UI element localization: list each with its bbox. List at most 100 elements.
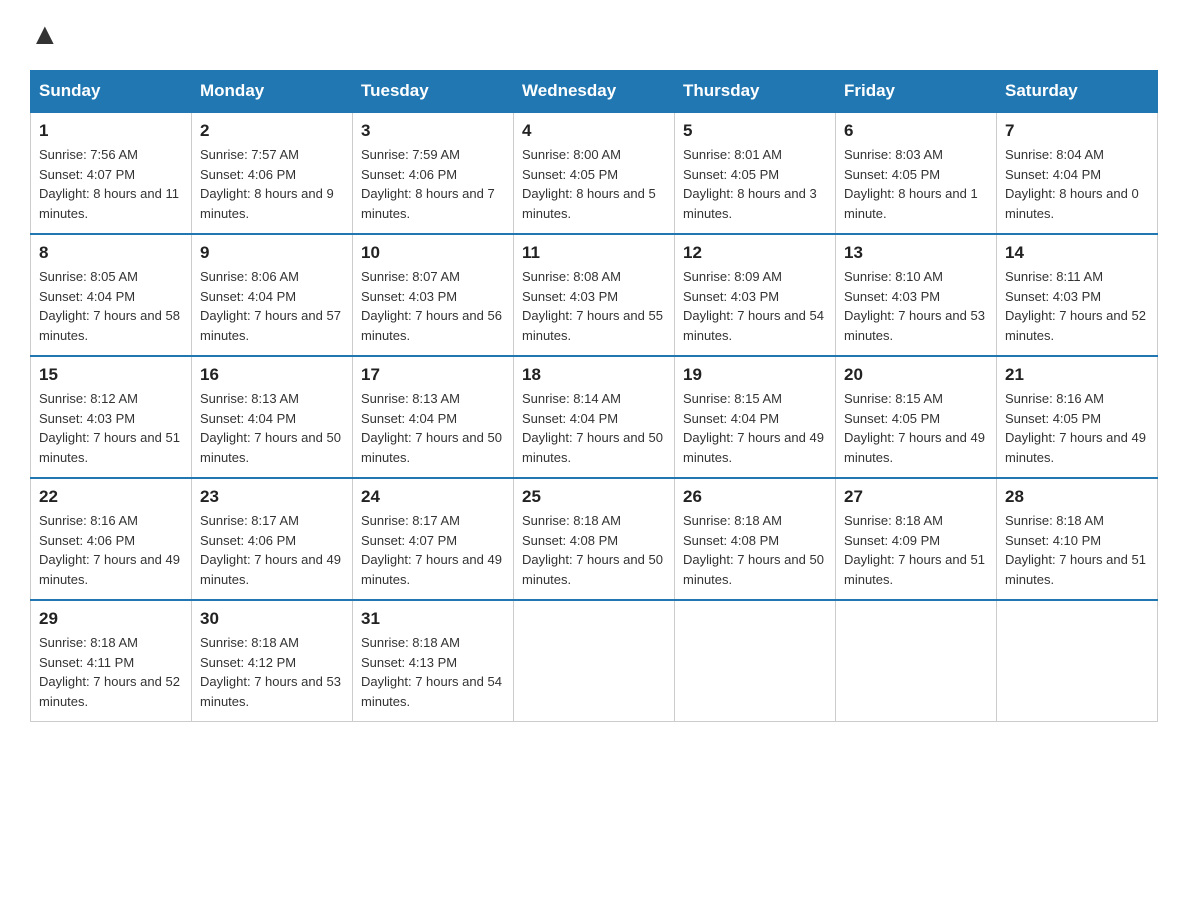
day-info: Sunrise: 8:15 AMSunset: 4:05 PMDaylight:… xyxy=(844,389,988,467)
day-number: 27 xyxy=(844,487,988,507)
day-info: Sunrise: 8:15 AMSunset: 4:04 PMDaylight:… xyxy=(683,389,827,467)
day-number: 8 xyxy=(39,243,183,263)
calendar-day-cell: 20 Sunrise: 8:15 AMSunset: 4:05 PMDayligh… xyxy=(836,356,997,478)
day-info: Sunrise: 8:17 AMSunset: 4:07 PMDaylight:… xyxy=(361,511,505,589)
day-info: Sunrise: 8:18 AMSunset: 4:08 PMDaylight:… xyxy=(683,511,827,589)
calendar-day-cell xyxy=(675,600,836,722)
day-number: 12 xyxy=(683,243,827,263)
calendar-day-cell xyxy=(836,600,997,722)
calendar-table: SundayMondayTuesdayWednesdayThursdayFrid… xyxy=(30,70,1158,722)
calendar-day-cell: 29Sunrise: 8:18 AMSunset: 4:11 PMDayligh… xyxy=(31,600,192,722)
day-info: Sunrise: 8:10 AMSunset: 4:03 PMDaylight:… xyxy=(844,267,988,345)
day-info: Sunrise: 8:11 AMSunset: 4:03 PMDaylight:… xyxy=(1005,267,1149,345)
calendar-day-cell: 26 Sunrise: 8:18 AMSunset: 4:08 PMDayligh… xyxy=(675,478,836,600)
calendar-day-cell: 18 Sunrise: 8:14 AMSunset: 4:04 PMDayligh… xyxy=(514,356,675,478)
day-number: 1 xyxy=(39,121,183,141)
day-of-week-header: Tuesday xyxy=(353,71,514,113)
day-number: 14 xyxy=(1005,243,1149,263)
calendar-day-cell: 25 Sunrise: 8:18 AMSunset: 4:08 PMDayligh… xyxy=(514,478,675,600)
day-info: Sunrise: 7:56 AMSunset: 4:07 PMDaylight:… xyxy=(39,145,183,223)
calendar-day-cell xyxy=(997,600,1158,722)
day-number: 23 xyxy=(200,487,344,507)
calendar-day-cell: 19 Sunrise: 8:15 AMSunset: 4:04 PMDayligh… xyxy=(675,356,836,478)
day-info: Sunrise: 8:13 AMSunset: 4:04 PMDaylight:… xyxy=(200,389,344,467)
day-info: Sunrise: 8:18 AMSunset: 4:10 PMDaylight:… xyxy=(1005,511,1149,589)
day-number: 18 xyxy=(522,365,666,385)
day-info: Sunrise: 8:12 AMSunset: 4:03 PMDaylight:… xyxy=(39,389,183,467)
day-number: 9 xyxy=(200,243,344,263)
page-header: ▲ xyxy=(30,20,1158,50)
day-of-week-header: Sunday xyxy=(31,71,192,113)
calendar-day-cell: 14 Sunrise: 8:11 AMSunset: 4:03 PMDayligh… xyxy=(997,234,1158,356)
day-info: Sunrise: 7:57 AMSunset: 4:06 PMDaylight:… xyxy=(200,145,344,223)
calendar-day-cell: 13 Sunrise: 8:10 AMSunset: 4:03 PMDayligh… xyxy=(836,234,997,356)
day-number: 6 xyxy=(844,121,988,141)
day-info: Sunrise: 8:13 AMSunset: 4:04 PMDaylight:… xyxy=(361,389,505,467)
day-info: Sunrise: 8:04 AMSunset: 4:04 PMDaylight:… xyxy=(1005,145,1149,223)
calendar-day-cell: 28 Sunrise: 8:18 AMSunset: 4:10 PMDayligh… xyxy=(997,478,1158,600)
calendar-day-cell: 5 Sunrise: 8:01 AMSunset: 4:05 PMDaylight… xyxy=(675,112,836,234)
day-info: Sunrise: 8:06 AMSunset: 4:04 PMDaylight:… xyxy=(200,267,344,345)
day-info: Sunrise: 8:05 AMSunset: 4:04 PMDaylight:… xyxy=(39,267,183,345)
calendar-week-row: 29Sunrise: 8:18 AMSunset: 4:11 PMDayligh… xyxy=(31,600,1158,722)
day-info: Sunrise: 8:03 AMSunset: 4:05 PMDaylight:… xyxy=(844,145,988,223)
calendar-day-cell: 9 Sunrise: 8:06 AMSunset: 4:04 PMDaylight… xyxy=(192,234,353,356)
day-number: 20 xyxy=(844,365,988,385)
calendar-day-cell: 23Sunrise: 8:17 AMSunset: 4:06 PMDayligh… xyxy=(192,478,353,600)
calendar-week-row: 15 Sunrise: 8:12 AMSunset: 4:03 PMDayligh… xyxy=(31,356,1158,478)
day-info: Sunrise: 8:18 AMSunset: 4:09 PMDaylight:… xyxy=(844,511,988,589)
day-number: 28 xyxy=(1005,487,1149,507)
calendar-day-cell: 17Sunrise: 8:13 AMSunset: 4:04 PMDayligh… xyxy=(353,356,514,478)
day-number: 21 xyxy=(1005,365,1149,385)
day-number: 19 xyxy=(683,365,827,385)
day-number: 22 xyxy=(39,487,183,507)
day-info: Sunrise: 7:59 AMSunset: 4:06 PMDaylight:… xyxy=(361,145,505,223)
calendar-day-cell: 7 Sunrise: 8:04 AMSunset: 4:04 PMDaylight… xyxy=(997,112,1158,234)
day-info: Sunrise: 8:08 AMSunset: 4:03 PMDaylight:… xyxy=(522,267,666,345)
day-info: Sunrise: 8:14 AMSunset: 4:04 PMDaylight:… xyxy=(522,389,666,467)
day-number: 11 xyxy=(522,243,666,263)
day-info: Sunrise: 8:07 AMSunset: 4:03 PMDaylight:… xyxy=(361,267,505,345)
day-number: 10 xyxy=(361,243,505,263)
day-of-week-header: Friday xyxy=(836,71,997,113)
calendar-day-cell: 21 Sunrise: 8:16 AMSunset: 4:05 PMDayligh… xyxy=(997,356,1158,478)
day-number: 26 xyxy=(683,487,827,507)
calendar-day-cell: 8 Sunrise: 8:05 AMSunset: 4:04 PMDaylight… xyxy=(31,234,192,356)
calendar-day-cell: 31 Sunrise: 8:18 AMSunset: 4:13 PMDayligh… xyxy=(353,600,514,722)
day-number: 5 xyxy=(683,121,827,141)
calendar-day-cell xyxy=(514,600,675,722)
day-number: 15 xyxy=(39,365,183,385)
day-number: 3 xyxy=(361,121,505,141)
calendar-week-row: 22 Sunrise: 8:16 AMSunset: 4:06 PMDayligh… xyxy=(31,478,1158,600)
day-info: Sunrise: 8:16 AMSunset: 4:06 PMDaylight:… xyxy=(39,511,183,589)
calendar-week-row: 1 Sunrise: 7:56 AMSunset: 4:07 PMDaylight… xyxy=(31,112,1158,234)
calendar-day-cell: 1 Sunrise: 7:56 AMSunset: 4:07 PMDaylight… xyxy=(31,112,192,234)
calendar-header-row: SundayMondayTuesdayWednesdayThursdayFrid… xyxy=(31,71,1158,113)
calendar-day-cell: 2Sunrise: 7:57 AMSunset: 4:06 PMDaylight… xyxy=(192,112,353,234)
day-info: Sunrise: 8:16 AMSunset: 4:05 PMDaylight:… xyxy=(1005,389,1149,467)
day-number: 7 xyxy=(1005,121,1149,141)
calendar-day-cell: 3 Sunrise: 7:59 AMSunset: 4:06 PMDaylight… xyxy=(353,112,514,234)
day-number: 30 xyxy=(200,609,344,629)
calendar-day-cell: 24Sunrise: 8:17 AMSunset: 4:07 PMDayligh… xyxy=(353,478,514,600)
day-of-week-header: Saturday xyxy=(997,71,1158,113)
calendar-day-cell: 27 Sunrise: 8:18 AMSunset: 4:09 PMDayligh… xyxy=(836,478,997,600)
calendar-day-cell: 10 Sunrise: 8:07 AMSunset: 4:03 PMDayligh… xyxy=(353,234,514,356)
day-number: 13 xyxy=(844,243,988,263)
day-of-week-header: Wednesday xyxy=(514,71,675,113)
calendar-day-cell: 11 Sunrise: 8:08 AMSunset: 4:03 PMDayligh… xyxy=(514,234,675,356)
day-number: 29 xyxy=(39,609,183,629)
day-info: Sunrise: 8:01 AMSunset: 4:05 PMDaylight:… xyxy=(683,145,827,223)
calendar-day-cell: 16 Sunrise: 8:13 AMSunset: 4:04 PMDayligh… xyxy=(192,356,353,478)
calendar-day-cell: 15 Sunrise: 8:12 AMSunset: 4:03 PMDayligh… xyxy=(31,356,192,478)
day-info: Sunrise: 8:18 AMSunset: 4:08 PMDaylight:… xyxy=(522,511,666,589)
day-info: Sunrise: 8:09 AMSunset: 4:03 PMDaylight:… xyxy=(683,267,827,345)
calendar-day-cell: 6 Sunrise: 8:03 AMSunset: 4:05 PMDaylight… xyxy=(836,112,997,234)
day-number: 25 xyxy=(522,487,666,507)
day-number: 31 xyxy=(361,609,505,629)
day-number: 16 xyxy=(200,365,344,385)
day-info: Sunrise: 8:18 AMSunset: 4:12 PMDaylight:… xyxy=(200,633,344,711)
day-info: Sunrise: 8:18 AMSunset: 4:13 PMDaylight:… xyxy=(361,633,505,711)
calendar-day-cell: 12 Sunrise: 8:09 AMSunset: 4:03 PMDayligh… xyxy=(675,234,836,356)
calendar-day-cell: 30 Sunrise: 8:18 AMSunset: 4:12 PMDayligh… xyxy=(192,600,353,722)
